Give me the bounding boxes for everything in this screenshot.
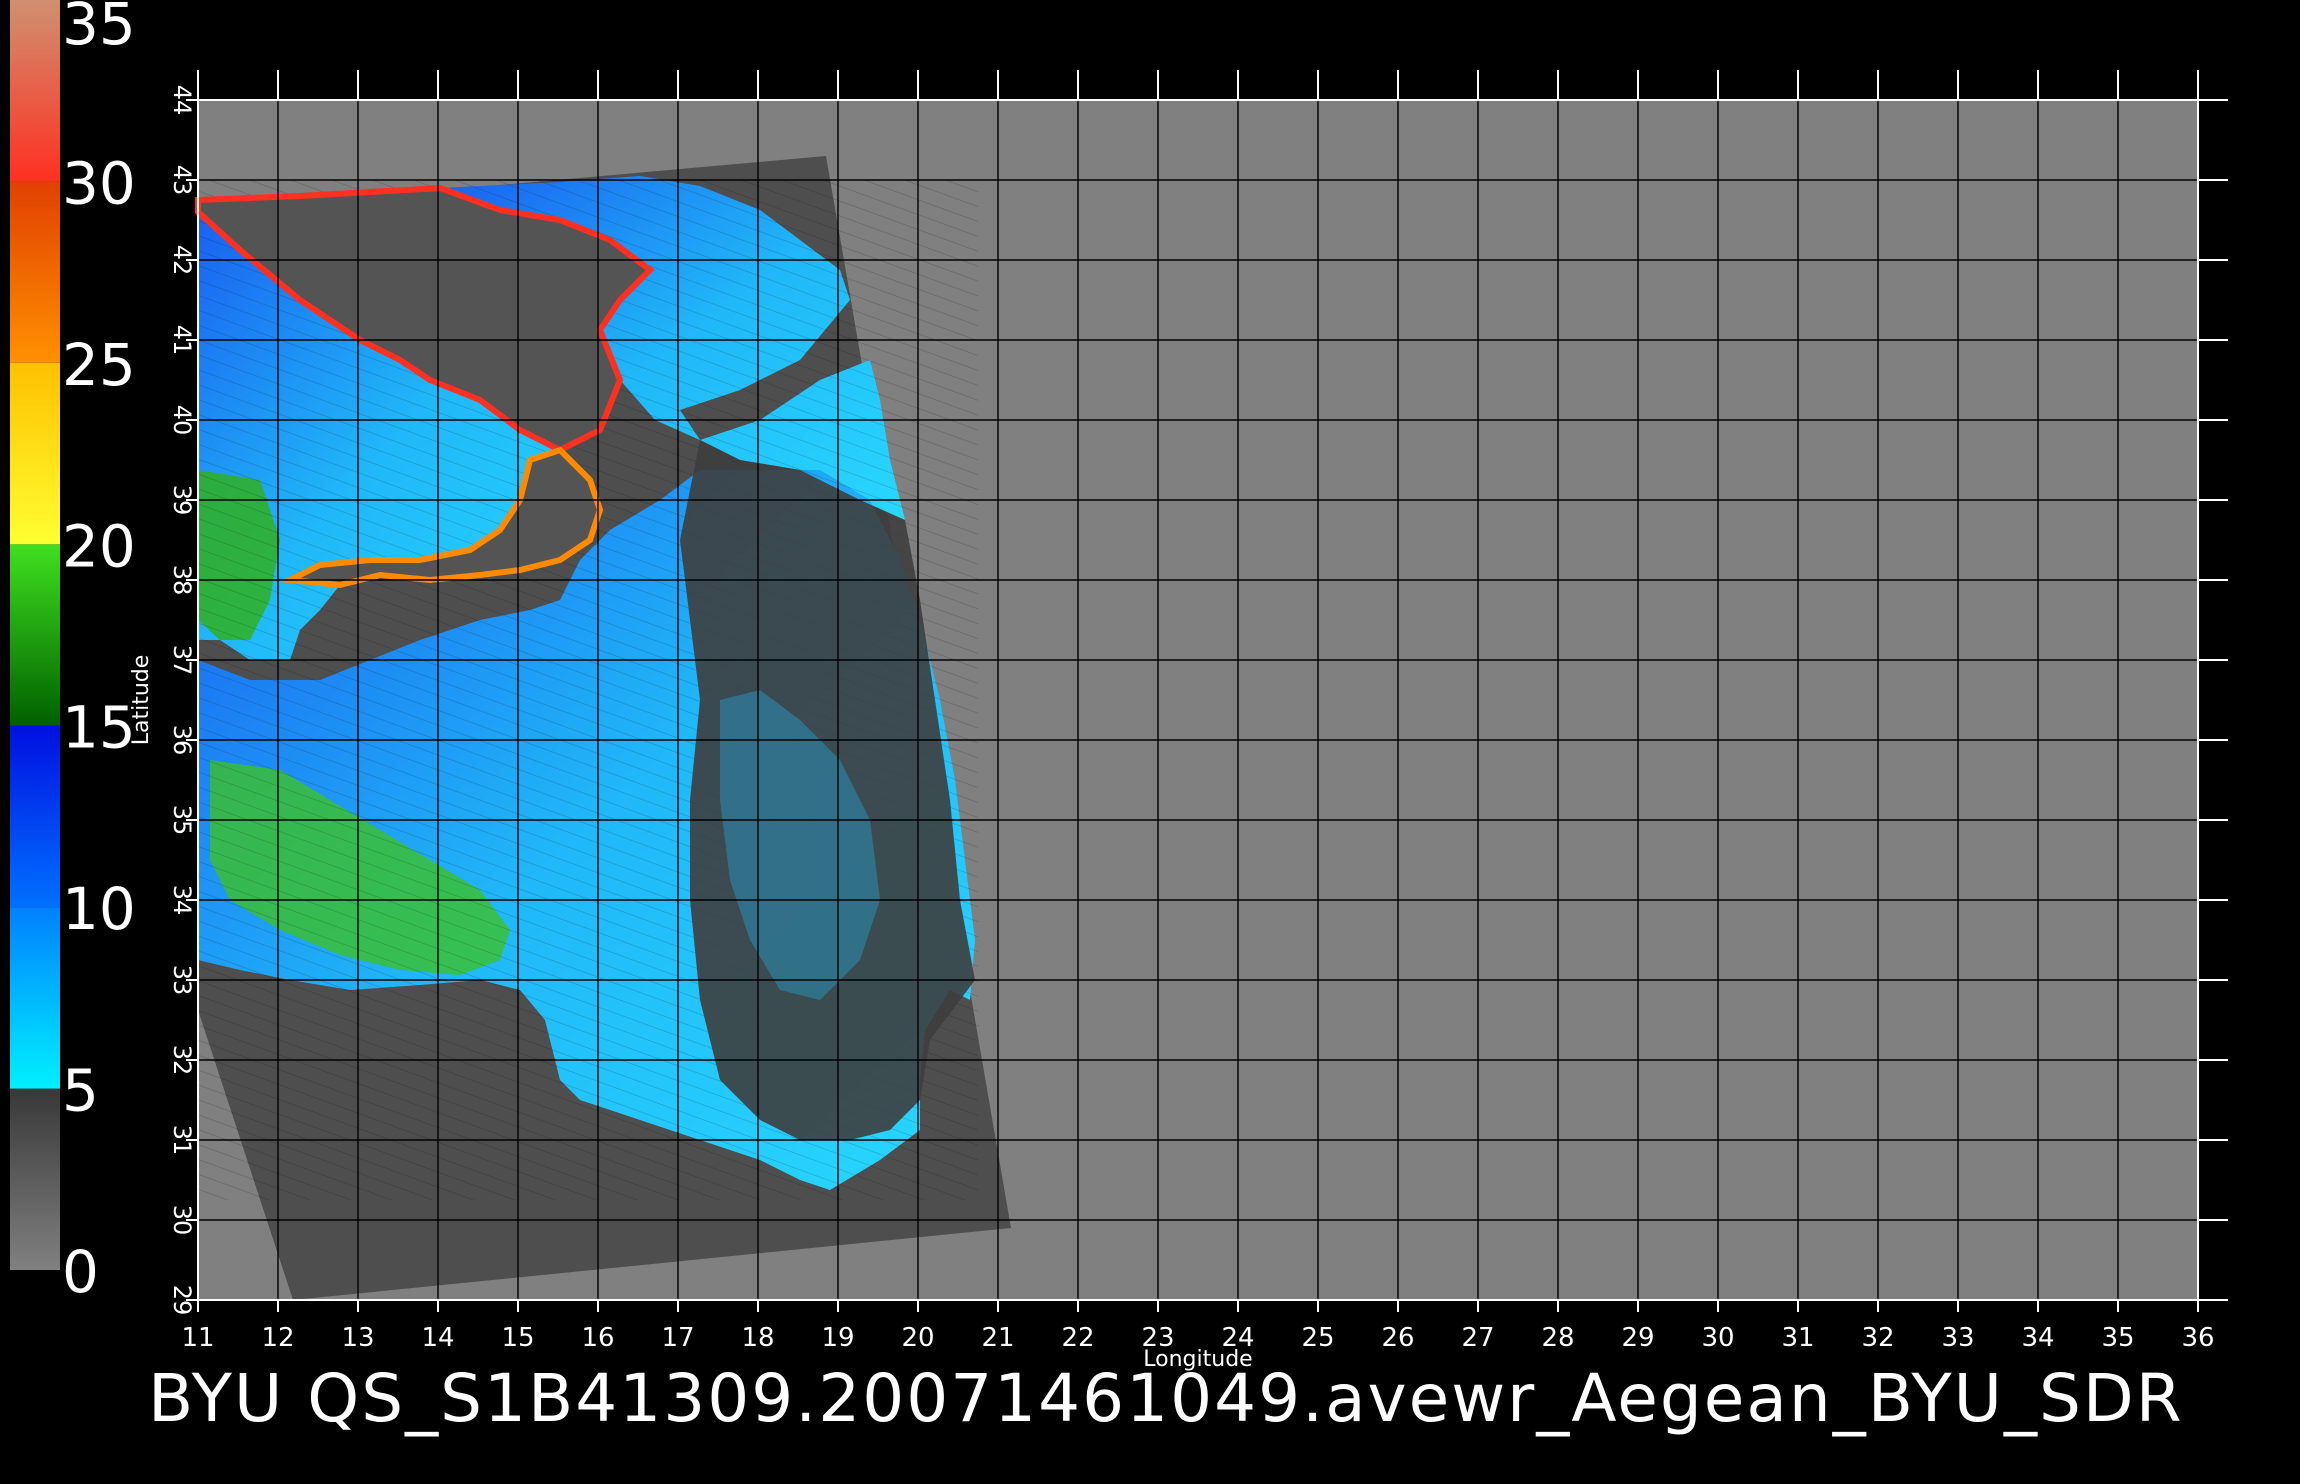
color-scale-labels: 0 5 10 15 20 25 30 35	[62, 0, 136, 1306]
longitude-tick-label: 29	[1621, 1323, 1654, 1353]
longitude-tick-label: 27	[1461, 1323, 1494, 1353]
longitude-tick-label: 19	[821, 1323, 854, 1353]
color-scale-label: 15	[62, 694, 136, 762]
color-scale-segment	[10, 362, 60, 545]
longitude-tick-label: 18	[741, 1323, 774, 1353]
longitude-tick-label: 15	[501, 1323, 534, 1353]
color-scale-segment	[10, 907, 60, 1089]
longitude-tick-label: 13	[341, 1323, 374, 1353]
scatterometer-map: 11 12 13 14 15 16 17 18 19 20 21 22 23 24 25 26 27 28 29 30…	[0, 0, 2300, 1480]
color-scale-label: 25	[62, 331, 136, 399]
longitude-tick-label: 36	[2181, 1323, 2214, 1353]
color-scale-segment	[10, 181, 60, 363]
color-scale-label: 0	[62, 1238, 99, 1306]
latitude-tick-label: 33	[168, 965, 196, 996]
color-scale-segment	[10, 725, 60, 908]
latitude-tick-labels: 29 30 31 32 33 34 35 36 37 38 39 40 41 42 43 44	[168, 85, 196, 1316]
latitude-tick-label: 31	[168, 1125, 196, 1156]
latitude-tick-label: 29	[168, 1285, 196, 1316]
longitude-tick-label: 11	[181, 1323, 214, 1353]
longitude-tick-label: 31	[1781, 1323, 1814, 1353]
color-scale-segment	[10, 0, 60, 182]
latitude-tick-label: 35	[168, 805, 196, 836]
color-scale-bar	[10, 0, 60, 1270]
longitude-tick-label: 22	[1061, 1323, 1094, 1353]
longitude-tick-label: 14	[421, 1323, 454, 1353]
color-scale-segment	[10, 1088, 60, 1270]
longitude-tick-label: 21	[981, 1323, 1014, 1353]
longitude-tick-label: 26	[1381, 1323, 1414, 1353]
longitude-tick-label: 12	[261, 1323, 294, 1353]
latitude-tick-label: 41	[168, 325, 196, 356]
image-caption: BYU QS_S1B41309.20071461049.avewr_Aegean…	[148, 1360, 2184, 1437]
longitude-tick-label: 35	[2101, 1323, 2134, 1353]
longitude-tick-label: 28	[1541, 1323, 1574, 1353]
latitude-tick-label: 44	[168, 85, 196, 116]
longitude-tick-label: 20	[901, 1323, 934, 1353]
color-scale-label: 30	[62, 149, 136, 217]
longitude-tick-label: 32	[1861, 1323, 1894, 1353]
color-scale-label: 5	[62, 1057, 99, 1125]
latitude-tick-label: 36	[168, 725, 196, 756]
color-scale-label: 35	[62, 0, 136, 58]
latitude-tick-label: 39	[168, 485, 196, 516]
latitude-tick-label: 38	[168, 565, 196, 596]
color-scale-label: 20	[62, 512, 136, 580]
map-canvas: 11 12 13 14 15 16 17 18 19 20 21 22 23 24 25 26 27 28 29 30…	[10, 0, 2228, 1372]
longitude-tick-label: 34	[2021, 1323, 2054, 1353]
latitude-tick-label: 32	[168, 1045, 196, 1076]
longitude-tick-label: 30	[1701, 1323, 1734, 1353]
longitude-tick-label: 16	[581, 1323, 614, 1353]
color-scale-segment	[10, 544, 60, 726]
latitude-tick-label: 30	[168, 1205, 196, 1236]
latitude-tick-label: 42	[168, 245, 196, 276]
latitude-tick-label: 43	[168, 165, 196, 196]
longitude-tick-label: 25	[1301, 1323, 1334, 1353]
latitude-tick-label: 40	[168, 405, 196, 436]
longitude-tick-label: 17	[661, 1323, 694, 1353]
longitude-tick-label: 33	[1941, 1323, 1974, 1353]
latitude-tick-label: 34	[168, 885, 196, 916]
color-scale-label: 10	[62, 875, 136, 943]
latitude-tick-label: 37	[168, 645, 196, 676]
